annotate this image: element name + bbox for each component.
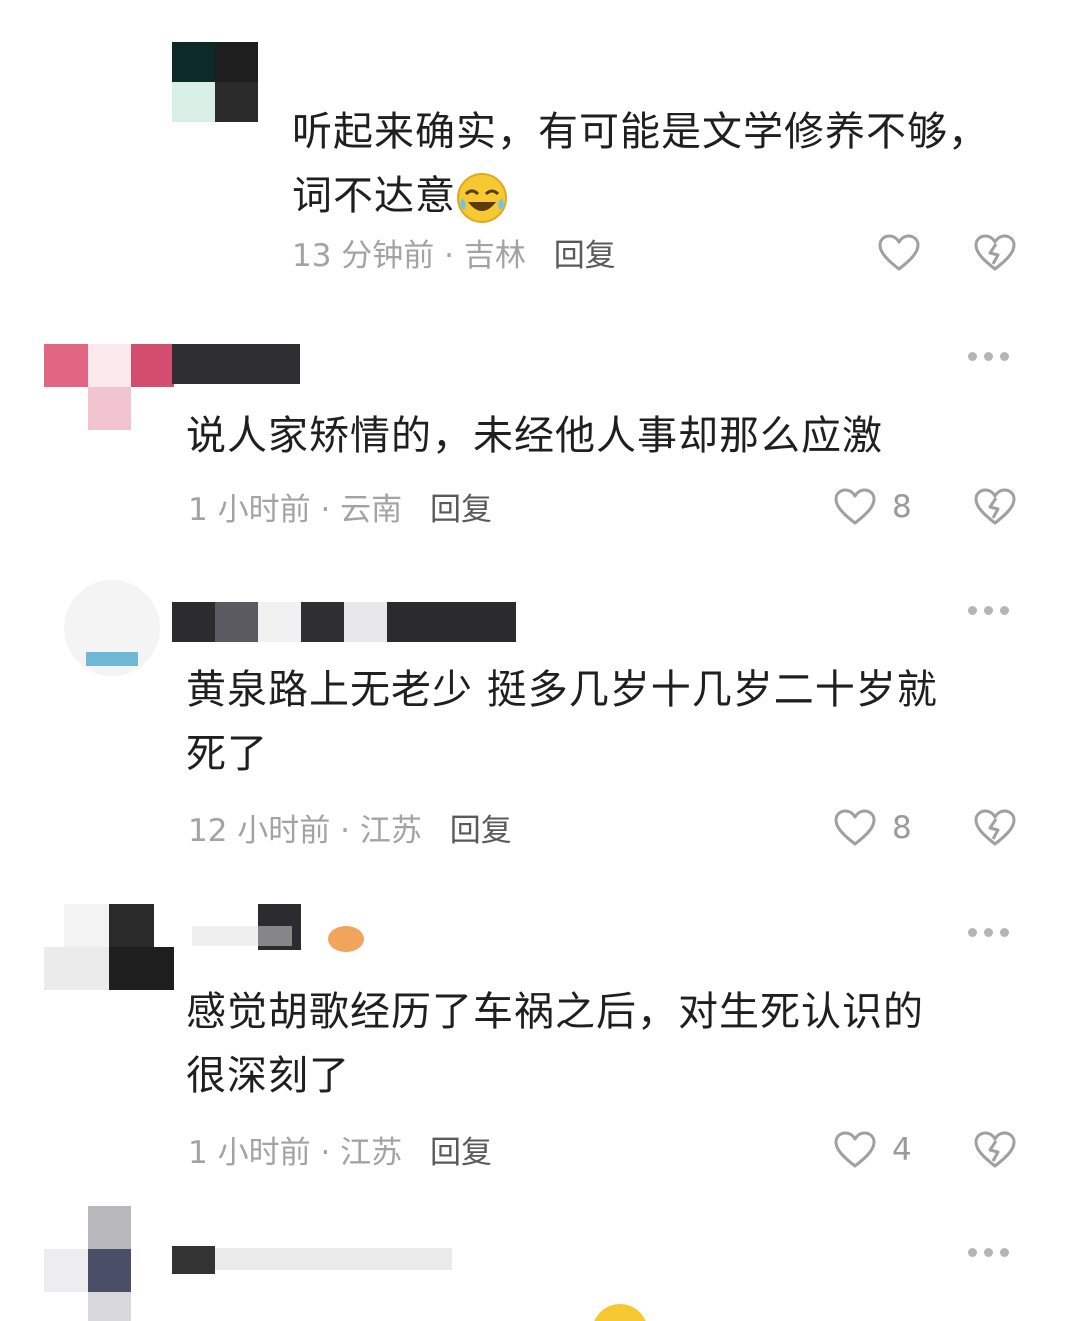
more-dots-icon[interactable] — [968, 1248, 1009, 1257]
comment-item-1: 听起来确实，有可能是文学修养不够， 词不达意 13 分钟前 · 吉林 回复 — [0, 0, 1080, 300]
avatar-mosaic[interactable] — [44, 904, 174, 990]
avatar-mosaic[interactable] — [172, 42, 258, 122]
reply-button[interactable]: 回复 — [430, 1135, 492, 1171]
comment-time: 1 小时前 — [188, 492, 311, 528]
more-dots-icon[interactable] — [968, 606, 1009, 615]
avatar-mosaic[interactable] — [44, 344, 174, 430]
broken-heart-icon[interactable] — [974, 1131, 1016, 1169]
like-count: 8 — [892, 810, 912, 846]
comment-location: 云南 — [340, 492, 403, 528]
comment-text-line: 很深刻了 — [186, 1053, 350, 1099]
comment-meta: 13 分钟前 · 吉林 回复 — [292, 236, 616, 276]
username-redacted[interactable] — [172, 602, 516, 642]
comment-time: 13 分钟前 — [292, 238, 435, 274]
comment-meta: 1 小时前 · 云南 回复 — [188, 490, 492, 530]
like-button[interactable]: 4 — [834, 1131, 912, 1169]
comment-item-3: 黄泉路上无老少 挺多几岁十几岁二十岁就 死了 12 小时前 · 江苏 回复 8 — [0, 550, 1080, 880]
reply-button[interactable]: 回复 — [430, 492, 492, 528]
comment-text: 感觉胡歌经历了车祸之后，对生死认识的 很深刻了 — [186, 980, 924, 1108]
comment-text-line: 感觉胡歌经历了车祸之后，对生死认识的 — [186, 989, 924, 1035]
username-redacted[interactable] — [172, 344, 300, 384]
reply-button[interactable]: 回复 — [450, 813, 512, 849]
reply-button[interactable]: 回复 — [554, 238, 616, 274]
comment-time: 12 小时前 — [188, 813, 331, 849]
comment-time: 1 小时前 — [188, 1135, 311, 1171]
comment-text: 黄泉路上无老少 挺多几岁十几岁二十岁就 死了 — [186, 658, 938, 786]
emoji-partial-icon — [592, 1304, 648, 1321]
broken-heart-icon[interactable] — [974, 234, 1016, 272]
comment-text-line: 听起来确实，有可能是文学修养不够， — [292, 109, 989, 155]
comment-item-4: 感觉胡歌经历了车祸之后，对生死认识的 很深刻了 1 小时前 · 江苏 回复 4 — [0, 880, 1080, 1200]
avatar[interactable] — [64, 580, 160, 676]
username-redacted-block — [172, 1246, 215, 1274]
meta-separator: · — [340, 813, 351, 849]
more-dots-icon[interactable] — [968, 928, 1009, 937]
comment-text-line: 黄泉路上无老少 挺多几岁十几岁二十岁就 — [186, 667, 938, 713]
comment-text: 说人家矫情的，未经他人事却那么应激 — [186, 404, 883, 468]
heart-outline-icon — [834, 488, 876, 525]
broken-heart-icon[interactable] — [974, 488, 1016, 526]
comment-location: 江苏 — [359, 813, 422, 849]
meta-separator: · — [444, 238, 455, 274]
comment-text-line: 说人家矫情的，未经他人事却那么应激 — [186, 413, 883, 459]
like-button[interactable] — [878, 234, 920, 272]
comment-text-line: 死了 — [186, 731, 268, 777]
avatar-mosaic[interactable] — [44, 1206, 174, 1321]
heart-outline-icon — [878, 234, 920, 271]
broken-heart-icon[interactable] — [974, 809, 1016, 847]
comment-text: 听起来确实，有可能是文学修养不够， 词不达意 — [292, 100, 989, 228]
like-count: 8 — [892, 489, 912, 525]
heart-outline-icon — [834, 1131, 876, 1168]
comment-meta: 1 小时前 · 江苏 回复 — [188, 1133, 492, 1173]
comment-meta: 12 小时前 · 江苏 回复 — [188, 811, 512, 851]
comment-item-2: 说人家矫情的，未经他人事却那么应激 1 小时前 · 云南 回复 8 — [0, 300, 1080, 550]
username-redacted[interactable] — [172, 904, 372, 952]
heart-outline-icon — [834, 809, 876, 846]
laughing-crying-emoji-icon — [457, 173, 507, 223]
comment-location: 江苏 — [340, 1135, 403, 1171]
comment-text-line: 词不达意 — [292, 164, 989, 228]
meta-separator: · — [320, 1135, 331, 1171]
comment-item-5 — [0, 1200, 1080, 1321]
like-button[interactable]: 8 — [834, 488, 912, 526]
comment-location: 吉林 — [463, 238, 526, 274]
meta-separator: · — [320, 492, 331, 528]
like-count: 4 — [892, 1132, 912, 1168]
like-button[interactable]: 8 — [834, 809, 912, 847]
more-dots-icon[interactable] — [968, 352, 1009, 361]
